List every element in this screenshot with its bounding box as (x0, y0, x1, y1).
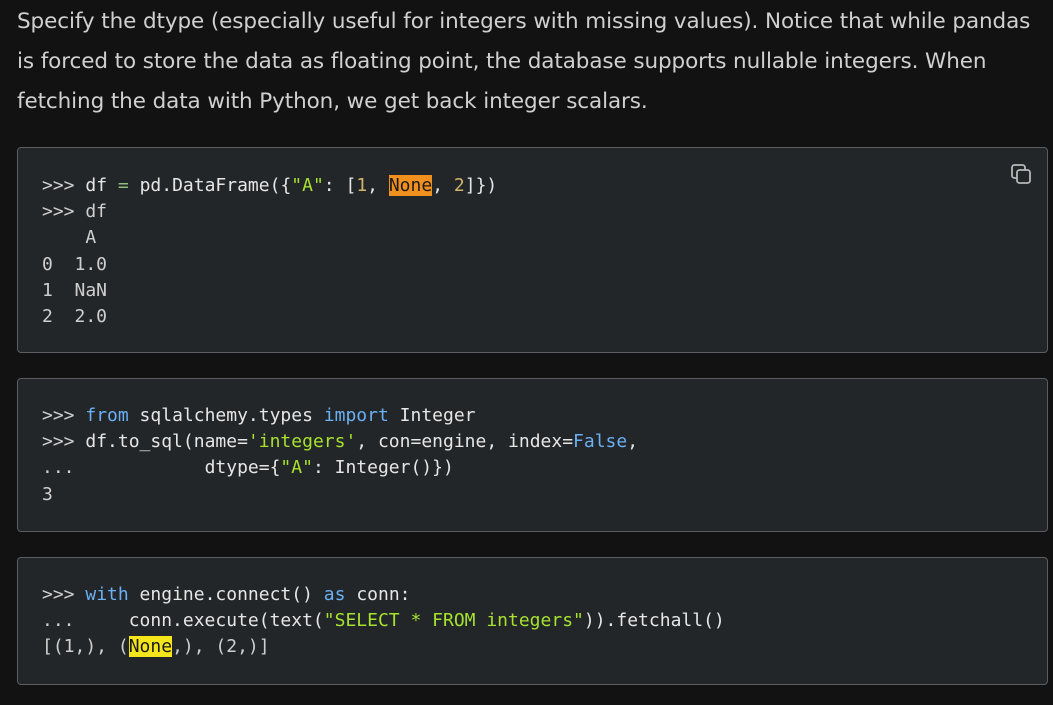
code-text: >>> df = pd.DataFrame({"A": [1, None, 2]… (42, 173, 497, 330)
code-punct: : [ (323, 175, 357, 196)
code-punct: , (367, 175, 389, 196)
code-call: df.to_sql(name= (85, 431, 248, 453)
code-constant: False (573, 431, 628, 453)
search-highlight-none: None (128, 636, 173, 658)
code-block-dataframe: >>> df = pd.DataFrame({"A": [1, None, 2]… (17, 147, 1048, 353)
code-text: >>> with engine.connect() as conn: ... c… (42, 582, 725, 661)
output-line: ,), (2,)] (172, 636, 270, 658)
code-op: = (107, 175, 140, 196)
code-text: >>> from sqlalchemy.types import Integer… (42, 403, 638, 508)
output-line: A (42, 227, 97, 249)
code-var: df (85, 175, 108, 196)
code-punct: , (432, 175, 454, 196)
code-string: "A" (291, 175, 324, 196)
code-call: conn.execute(text( (128, 610, 324, 632)
code-string: 'integers' (247, 431, 357, 453)
code-module: sqlalchemy.types (128, 405, 324, 426)
code-string: "SELECT * FROM integers" (323, 610, 584, 632)
prompt: >>> (42, 431, 86, 453)
code-name: Integer (388, 405, 476, 426)
copy-icon (1011, 164, 1031, 184)
prompt: ... (42, 457, 205, 479)
intro-paragraph: Specify the dtype (especially useful for… (17, 9, 1031, 114)
prompt: >>> (42, 405, 86, 426)
prompt: >>> (42, 584, 86, 605)
code-call: )).fetchall() (583, 610, 725, 632)
output-line: [(1,), ( (42, 636, 129, 658)
keyword-with: with (85, 584, 129, 605)
code-line: >>> df (42, 201, 108, 223)
code-number: 1 (356, 175, 368, 196)
code-punct: ]}) (464, 175, 498, 196)
code-call: pd.DataFrame({ (139, 175, 292, 196)
keyword-from: from (85, 405, 129, 426)
code-block-fetchall: >>> with engine.connect() as conn: ... c… (17, 557, 1048, 685)
code-number: 2 (453, 175, 465, 196)
output-line: 0 1.0 (42, 253, 108, 275)
output-line: 2 2.0 (42, 306, 108, 328)
code-block-to-sql: >>> from sqlalchemy.types import Integer… (17, 378, 1048, 532)
prompt: >>> (42, 175, 86, 196)
keyword-import: import (323, 405, 389, 426)
code-args: , con=engine, index= (356, 431, 574, 453)
code-args: : Integer()}) (312, 457, 454, 479)
output-line: 3 (42, 483, 53, 505)
prompt: ... (42, 610, 129, 632)
code-string: "A" (280, 457, 313, 479)
search-highlight-none: None (388, 175, 433, 196)
keyword-as: as (323, 584, 346, 605)
code-name: conn: (345, 584, 411, 605)
code-args: dtype={ (204, 457, 281, 479)
code-punct: , (627, 431, 639, 453)
copy-button[interactable] (1009, 162, 1033, 186)
output-line: 1 NaN (42, 279, 108, 301)
code-call: engine.connect() (128, 584, 324, 605)
